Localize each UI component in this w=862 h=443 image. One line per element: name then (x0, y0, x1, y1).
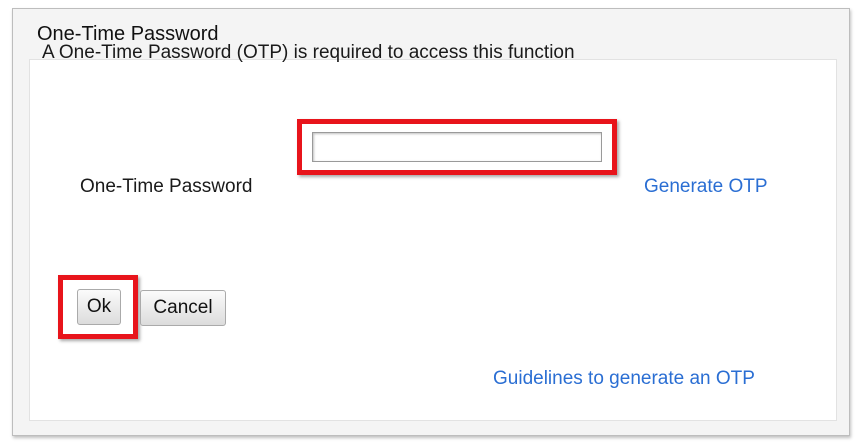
guidelines-link[interactable]: Guidelines to generate an OTP (493, 368, 755, 390)
ok-button-highlight: Ok (58, 275, 138, 339)
otp-required-message: A One-Time Password (OTP) is required to… (42, 42, 575, 63)
dialog-body (29, 59, 837, 421)
otp-input[interactable] (312, 132, 602, 162)
otp-field-label: One-Time Password (80, 176, 253, 197)
otp-input-highlight (297, 119, 617, 175)
ok-button[interactable]: Ok (77, 289, 121, 325)
generate-otp-link[interactable]: Generate OTP (644, 176, 768, 198)
cancel-button[interactable]: Cancel (140, 290, 226, 326)
